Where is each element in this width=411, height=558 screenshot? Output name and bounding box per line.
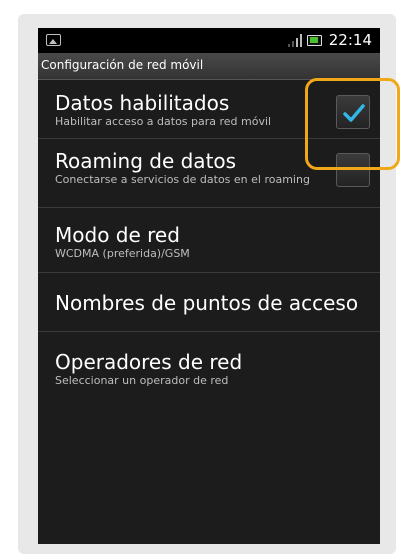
page-title: Configuración de red móvil (41, 58, 204, 72)
setting-summary: Seleccionar un operador de red (55, 374, 229, 387)
gallery-notification-icon (46, 34, 61, 46)
status-bar: 22:14 (38, 28, 380, 53)
setting-nombres-puntos-acceso[interactable]: Nombres de puntos de acceso (38, 273, 380, 332)
setting-summary: Conectarse a servicios de datos en el ro… (55, 173, 310, 186)
setting-operadores-de-red[interactable]: Operadores de red Seleccionar un operado… (38, 332, 380, 406)
title-bar: Configuración de red móvil (38, 53, 380, 80)
status-clock: 22:14 (328, 31, 372, 49)
signal-strength-icon (288, 34, 302, 47)
setting-modo-de-red[interactable]: Modo de red WCDMA (preferida)/GSM (38, 208, 380, 273)
highlight-annotation (305, 78, 400, 170)
setting-label: Modo de red (55, 223, 180, 247)
battery-icon (307, 35, 322, 46)
setting-summary: WCDMA (preferida)/GSM (55, 247, 190, 260)
setting-label: Nombres de puntos de acceso (55, 291, 359, 315)
setting-label: Operadores de red (55, 350, 243, 374)
